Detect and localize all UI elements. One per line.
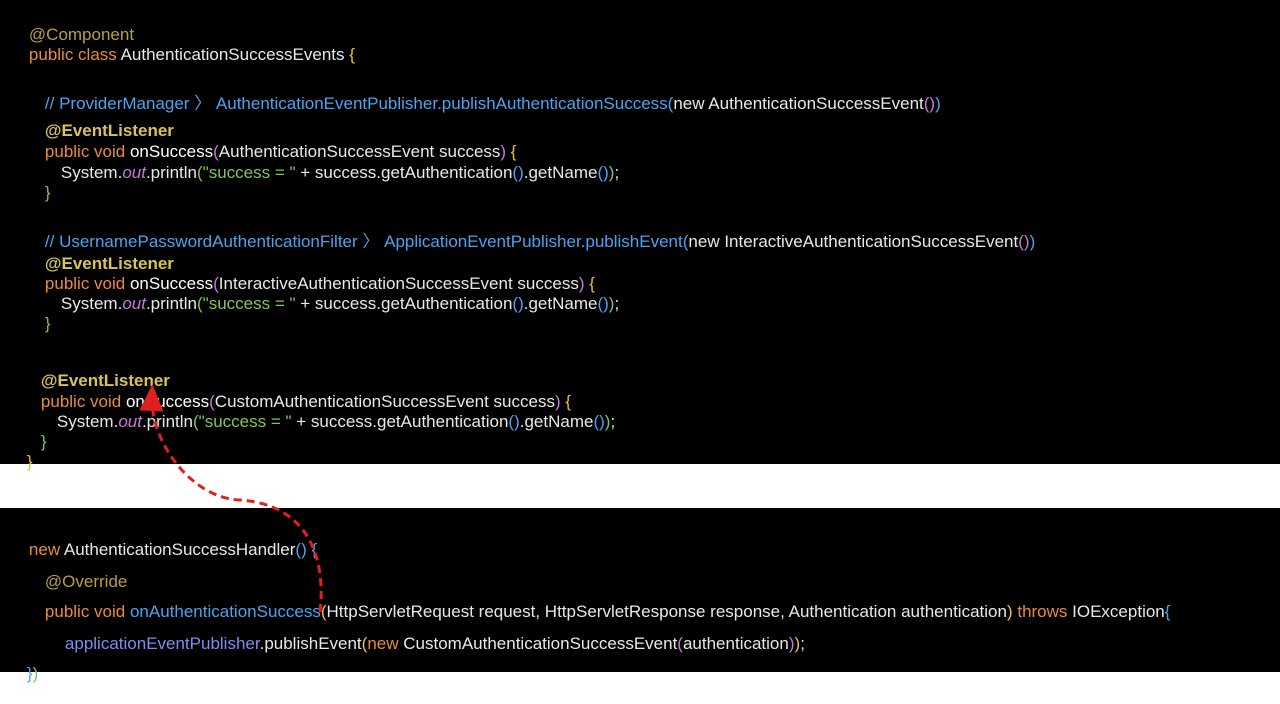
code-text: System. (60, 163, 123, 182)
code-text: .getName (523, 163, 598, 182)
code-text: System. (56, 412, 119, 431)
paren: () (923, 94, 936, 113)
brace: { (1164, 602, 1171, 621)
code-panel-events: @Component public class AuthenticationSu… (0, 0, 1280, 471)
string-literal: "success = " (198, 412, 292, 431)
code-text: ; (614, 163, 620, 182)
code-text: new AuthenticationSuccessEvent (673, 94, 924, 113)
code-text: .publishEvent (259, 634, 362, 653)
code-line: }) (8, 644, 38, 704)
paren: () (508, 412, 520, 431)
code-line: } (8, 432, 33, 492)
class-name: AuthenticationSuccessEvents (116, 45, 350, 64)
paren: () (295, 540, 307, 559)
field: out (122, 294, 146, 313)
code-line: } (26, 294, 51, 354)
code-line: applicationEventPublisher.publishEvent(n… (46, 614, 805, 674)
string-literal: "success = " (202, 163, 296, 182)
code-text: authentication (682, 634, 789, 653)
code-text: .println (141, 412, 193, 431)
code-line: System.out.println("success = " + succes… (42, 274, 619, 334)
keyword: new (367, 634, 399, 653)
code-text: ; (800, 634, 805, 653)
code-text: .println (145, 163, 197, 182)
paren: () (512, 294, 524, 313)
field: out (118, 412, 142, 431)
paren: () (512, 163, 524, 182)
keyword: public class (28, 45, 117, 64)
paren: ) (32, 664, 39, 683)
code-text: + success.getAuthentication (295, 294, 513, 313)
paren: () (1018, 232, 1030, 251)
code-text: .getName (523, 294, 598, 313)
code-text: ; (614, 294, 620, 313)
class-name: CustomAuthenticationSuccessEvent (398, 634, 678, 653)
brace: } (40, 432, 47, 451)
paren: () (593, 412, 605, 431)
brace: } (44, 183, 51, 202)
code-text: System. (60, 294, 123, 313)
code-line: System.out.println("success = " + succes… (38, 392, 615, 452)
brace: { (349, 45, 355, 64)
variable: applicationEventPublisher (64, 634, 260, 653)
paren: ) (935, 94, 941, 113)
paren: () (597, 163, 609, 182)
brace: { (306, 540, 318, 559)
code-text: + success.getAuthentication (295, 163, 513, 182)
class-name: IOException (1067, 602, 1165, 621)
code-text: .println (145, 294, 197, 313)
code-text: new InteractiveAuthenticationSuccessEven… (688, 232, 1019, 251)
string-literal: "success = " (202, 294, 296, 313)
brace: } (26, 452, 33, 471)
code-line: System.out.println("success = " + succes… (42, 143, 619, 203)
code-text: + success.getAuthentication (291, 412, 509, 431)
code-text: .getName (519, 412, 594, 431)
code-text: ; (610, 412, 616, 431)
paren: ) (1029, 232, 1036, 251)
keyword: throws (1012, 602, 1068, 621)
code-panel-handler: new AuthenticationSuccessHandler() { @Ov… (0, 508, 1280, 683)
paren: () (597, 294, 609, 313)
brace: } (44, 314, 51, 333)
field: out (122, 163, 146, 182)
